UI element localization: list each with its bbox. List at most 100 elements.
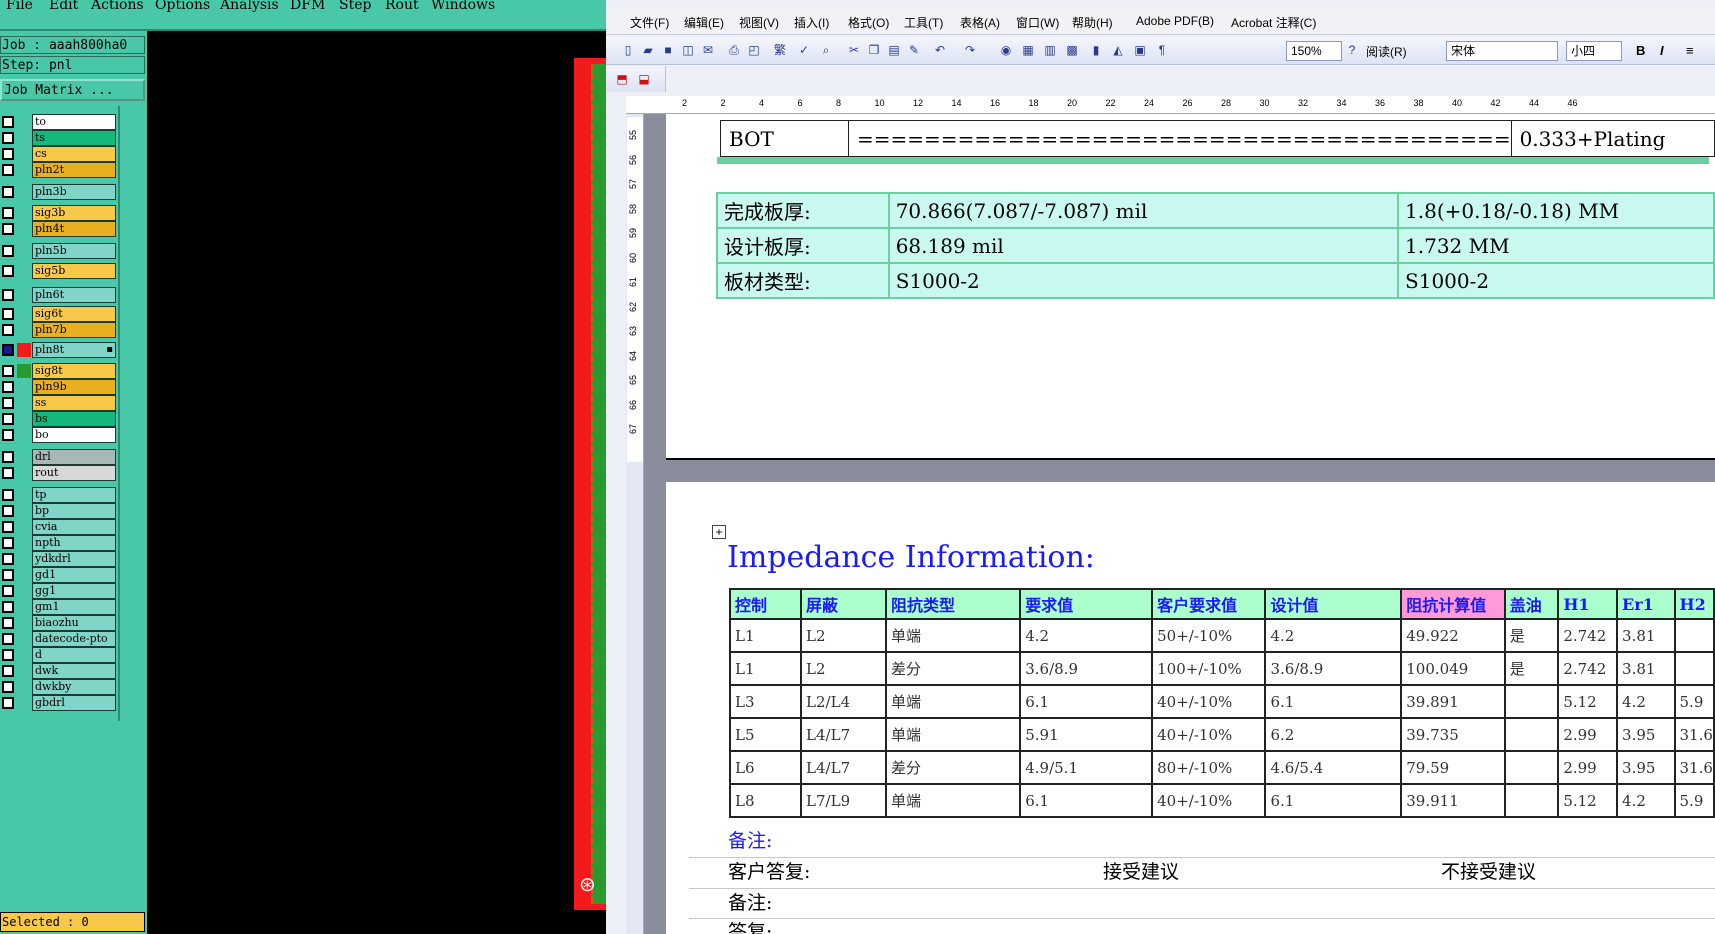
job-matrix-button[interactable]: Job Matrix ... <box>0 79 145 101</box>
word-menu-view[interactable]: 视图(V) <box>739 14 779 31</box>
layer-name[interactable]: ts <box>32 130 116 146</box>
layer-row[interactable]: rout <box>0 465 120 481</box>
layer-checkbox[interactable] <box>2 148 14 160</box>
layer-name[interactable]: tp <box>32 487 116 503</box>
pdf-mail-icon[interactable]: ⬓ <box>636 71 652 87</box>
align-icon[interactable]: ≡ <box>1686 43 1694 58</box>
layer-checkbox[interactable] <box>2 344 14 356</box>
layer-row[interactable]: tp <box>0 487 120 503</box>
insert-table-icon[interactable]: ▥ <box>1042 42 1058 58</box>
layer-checkbox[interactable] <box>2 245 14 257</box>
cam-menu-analysis[interactable]: Analysis <box>220 0 279 13</box>
layer-checkbox[interactable] <box>2 585 14 597</box>
layer-checkbox[interactable] <box>2 617 14 629</box>
redo-icon[interactable]: ↷ <box>962 42 978 58</box>
layer-name[interactable]: rout <box>32 465 116 481</box>
layer-checkbox[interactable] <box>2 649 14 661</box>
layer-checkbox[interactable] <box>2 186 14 198</box>
layer-row[interactable]: bo <box>0 427 120 443</box>
layer-checkbox[interactable] <box>2 553 14 565</box>
word-menu-acrobat-comments[interactable]: Acrobat 注释(C) <box>1231 14 1316 31</box>
cam-menu-windows[interactable]: Windows <box>431 0 495 13</box>
layer-row[interactable]: sig5b <box>0 263 120 279</box>
layer-name[interactable]: cs <box>32 146 116 162</box>
layer-checkbox[interactable] <box>2 489 14 501</box>
layer-checkbox[interactable] <box>2 665 14 677</box>
layer-row[interactable]: dwkby <box>0 679 120 695</box>
word-menu-file[interactable]: 文件(F) <box>630 14 669 31</box>
layer-name[interactable]: pln9b <box>32 379 116 395</box>
layer-name[interactable]: to <box>32 114 116 130</box>
layer-name[interactable]: ss <box>32 395 116 411</box>
undo-icon[interactable]: ↶ <box>932 42 948 58</box>
layer-name[interactable]: pln4t <box>32 221 116 237</box>
layer-row[interactable]: gbdrl <box>0 695 120 711</box>
layer-row[interactable]: gm1 <box>0 599 120 615</box>
layer-name[interactable]: d <box>32 647 116 663</box>
copy-icon[interactable]: ❐ <box>866 42 882 58</box>
document-map-icon[interactable]: ▣ <box>1132 42 1148 58</box>
word-menu-edit[interactable]: 编辑(E) <box>684 14 724 31</box>
layer-name[interactable]: gd1 <box>32 567 116 583</box>
layer-name[interactable]: gm1 <box>32 599 116 615</box>
layer-checkbox[interactable] <box>2 132 14 144</box>
layer-name[interactable]: dwkby <box>32 679 116 695</box>
convert-pdf-icon[interactable]: ⬒ <box>614 71 630 87</box>
layer-row[interactable]: pln6t <box>0 287 120 303</box>
cam-menu-options[interactable]: Options <box>155 0 210 13</box>
layer-name[interactable]: npth <box>32 535 116 551</box>
layer-name[interactable]: sig6t <box>32 306 116 322</box>
layer-checkbox[interactable] <box>2 601 14 613</box>
hyperlink-icon[interactable]: ◉ <box>998 42 1014 58</box>
layer-row[interactable]: pln3b <box>0 184 120 200</box>
print-preview-icon[interactable]: ◰ <box>746 42 762 58</box>
table-move-handle-icon[interactable]: + <box>712 525 726 539</box>
layer-row[interactable]: pln8t ▪ <box>0 342 120 358</box>
read-button[interactable]: 阅读(R) <box>1366 43 1407 60</box>
layer-row[interactable]: gd1 <box>0 567 120 583</box>
layer-row[interactable]: ydkdrl <box>0 551 120 567</box>
layer-checkbox[interactable] <box>2 397 14 409</box>
layer-row[interactable]: npth <box>0 535 120 551</box>
vertical-ruler[interactable]: 55 56 57 58 59 60 61 62 63 64 65 66 67 <box>626 114 644 934</box>
tables-borders-icon[interactable]: ▦ <box>1020 42 1036 58</box>
save-icon[interactable]: ■ <box>660 42 676 58</box>
drawing-icon[interactable]: ◭ <box>1110 42 1126 58</box>
layer-name[interactable]: drl <box>32 449 116 465</box>
layer-checkbox[interactable] <box>2 537 14 549</box>
layer-row[interactable]: pln5b <box>0 243 120 259</box>
layer-checkbox[interactable] <box>2 116 14 128</box>
layer-name[interactable]: bo <box>32 427 116 443</box>
layer-name[interactable]: bs <box>32 411 116 427</box>
layer-row[interactable]: pln2t <box>0 162 120 178</box>
layer-name[interactable]: sig5b <box>32 263 116 279</box>
layer-checkbox[interactable] <box>2 681 14 693</box>
layer-row[interactable]: pln9b <box>0 379 120 395</box>
font-name-select[interactable]: 宋体 <box>1446 41 1558 61</box>
permission-icon[interactable]: ◫ <box>680 42 696 58</box>
layer-checkbox[interactable] <box>2 505 14 517</box>
layer-row[interactable]: dwk <box>0 663 120 679</box>
layer-name[interactable]: gbdrl <box>32 695 116 711</box>
layer-row[interactable]: pln4t <box>0 221 120 237</box>
email-icon[interactable]: ✉ <box>700 42 716 58</box>
word-menu-tools[interactable]: 工具(T) <box>904 14 943 31</box>
print-icon[interactable]: ⎙ <box>726 42 742 58</box>
cam-menu-file[interactable]: File <box>6 0 33 13</box>
layer-name[interactable]: cvia <box>32 519 116 535</box>
font-size-select[interactable]: 小四 <box>1566 41 1622 61</box>
research-icon[interactable]: ⌕ <box>818 42 834 58</box>
help-icon[interactable]: ? <box>1344 42 1360 58</box>
bold-button[interactable]: B <box>1636 43 1645 58</box>
cam-menu-rout[interactable]: Rout <box>385 0 419 13</box>
layer-row[interactable]: gg1 <box>0 583 120 599</box>
layer-row[interactable]: sig3b <box>0 205 120 221</box>
layer-row[interactable]: ss <box>0 395 120 411</box>
layer-name[interactable]: pln3b <box>32 184 116 200</box>
layer-checkbox[interactable] <box>2 308 14 320</box>
italic-button[interactable]: I <box>1660 43 1664 58</box>
layer-row[interactable]: pln7b <box>0 322 120 338</box>
layer-name[interactable]: ydkdrl <box>32 551 116 567</box>
layer-checkbox[interactable] <box>2 365 14 377</box>
layer-name[interactable]: sig8t <box>32 363 116 379</box>
